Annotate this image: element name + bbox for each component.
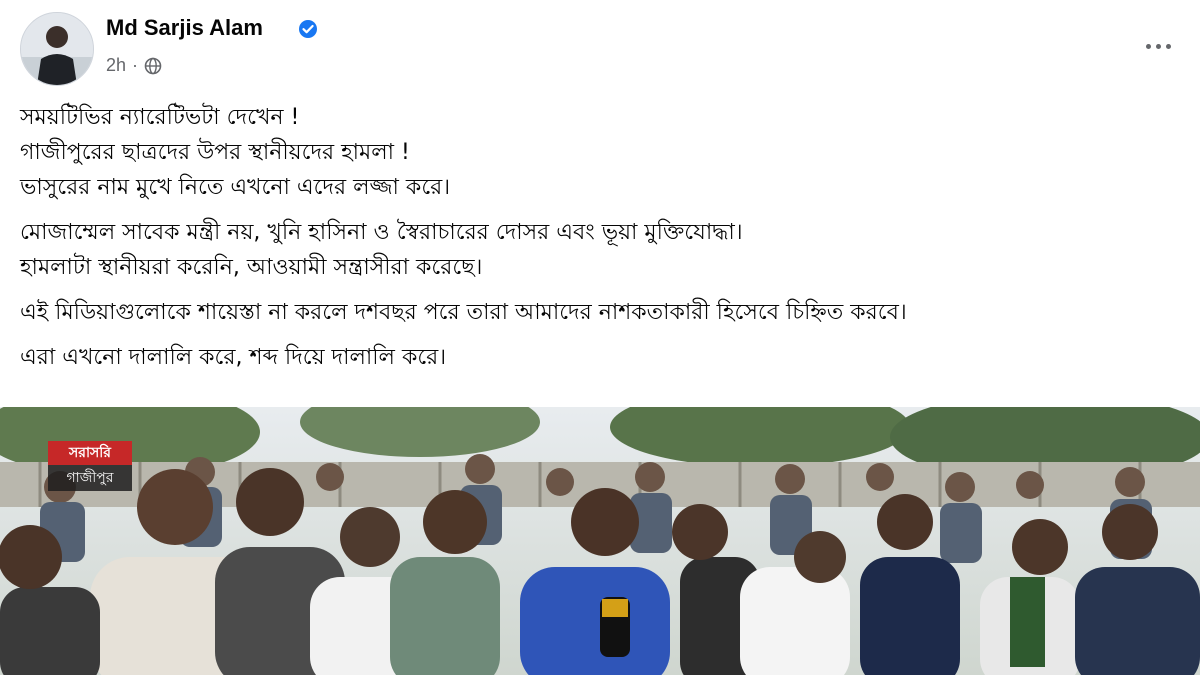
location-badge: গাজীপুর — [48, 465, 132, 491]
post-paragraph: এরা এখনো দালালি করে, শব্দ দিয়ে দালালি ক… — [20, 340, 1180, 375]
post-line: হামলাটা স্থানীয়রা করেনি, আওয়ামী সন্ত্র… — [20, 255, 483, 280]
more-options-icon — [1145, 43, 1151, 49]
author-name[interactable]: Md Sarjis Alam — [106, 15, 263, 41]
post-line: এরা এখনো দালালি করে, শব্দ দিয়ে দালালি ক… — [20, 345, 447, 370]
post-line: গাজীপুরের ছাত্রদের উপর স্থানীয়দের হামলা… — [20, 140, 410, 165]
post-line: মোজাম্মেল সাবেক মন্ত্রী নয়, খুনি হাসিনা… — [20, 220, 743, 245]
meta-separator: · — [132, 55, 139, 75]
globe-icon[interactable] — [144, 57, 162, 75]
avatar[interactable] — [20, 12, 94, 86]
post-line: এই মিডিয়াগুলোকে শায়েস্তা না করলে দশবছর… — [20, 300, 907, 325]
verified-badge-icon — [299, 20, 317, 38]
post-paragraph: সময়টিভির ন্যারেটিভটা দেখেন ! গাজীপুরের … — [20, 100, 1180, 205]
live-badge: সরাসরি — [48, 441, 132, 465]
live-channel-logo: সরাসরি গাজীপুর — [48, 441, 132, 493]
more-options-dot — [1155, 43, 1161, 49]
crowd-photo — [0, 407, 1200, 675]
more-options-button[interactable] — [1138, 34, 1178, 58]
avatar-photo — [21, 13, 93, 85]
post-header: Md Sarjis Alam 2h · — [0, 0, 1200, 90]
more-options-dot — [1165, 43, 1171, 49]
post-line: সময়টিভির ন্যারেটিভটা দেখেন ! — [20, 105, 300, 130]
post-paragraph: এই মিডিয়াগুলোকে শায়েস্তা না করলে দশবছর… — [20, 295, 1180, 330]
post-line: ভাসুরের নাম মুখে নিতে এখনো এদের লজ্জা কর… — [20, 175, 451, 200]
post-photo[interactable]: সরাসরি গাজীপুর — [0, 407, 1200, 675]
post-paragraph: মোজাম্মেল সাবেক মন্ত্রী নয়, খুনি হাসিনা… — [20, 215, 1180, 285]
post-text: সময়টিভির ন্যারেটিভটা দেখেন ! গাজীপুরের … — [20, 100, 1180, 385]
post-time[interactable]: 2h — [106, 55, 126, 76]
post-meta: 2h · — [106, 55, 162, 76]
